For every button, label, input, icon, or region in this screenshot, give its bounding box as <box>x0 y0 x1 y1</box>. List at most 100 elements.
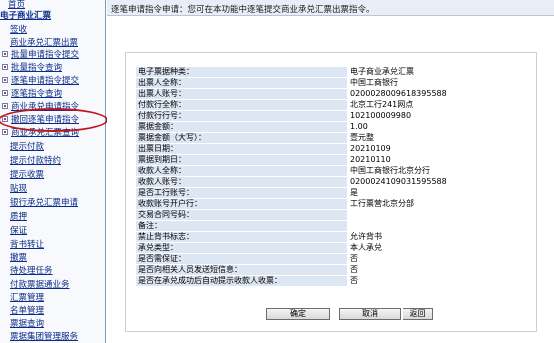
form-row: 付款行全称： 北京工行241网点 <box>135 99 529 111</box>
field-label: 是否在承兑成功后自动提示收款人收票： <box>135 275 348 287</box>
field-label: 收款人账号： <box>135 176 348 188</box>
bill-details-table: 电子票据种类： 电子商业承兑汇票 出票人全称： 中国工商银行 出票人账号： 0200028… <box>135 66 529 287</box>
sidebar-item-label: 票据集团管理服务 <box>10 332 79 342</box>
field-label: 出票人全称： <box>135 77 348 89</box>
field-value: 工行票营北京分部 <box>347 198 529 210</box>
field-value: 北京工行241网点 <box>347 99 529 111</box>
sidebar-item[interactable]: 批量申请指令提交 <box>2 50 79 61</box>
field-value: 0200028009618395588 <box>347 88 529 100</box>
field-value: 否 <box>347 275 529 287</box>
form-row: 出票人账号： 0200028009618395588 <box>135 88 529 100</box>
expand-box-icon <box>2 50 8 57</box>
sidebar-item-label: 提示收票 <box>10 170 45 180</box>
field-label: 备注： <box>135 220 348 232</box>
sidebar-item-label: 逐笔申请指令提交 <box>11 76 80 86</box>
sidebar-item[interactable]: 票据查询 <box>10 319 44 330</box>
sidebar-item[interactable]: 首页 <box>8 0 25 11</box>
field-label: 出票日期： <box>135 143 348 155</box>
sidebar-item-label: 质押 <box>10 212 28 222</box>
sidebar-item-label: 首页 <box>8 0 26 10</box>
form-row: 承兑类型： 本人承兑 <box>135 242 529 254</box>
sidebar-item[interactable]: 银行承兑汇票申请 <box>10 198 78 209</box>
sidebar-item[interactable]: 电子商业汇票 <box>0 11 51 22</box>
field-value: 否 <box>347 253 529 265</box>
expand-box-icon <box>2 89 8 96</box>
field-label: 是否工行账号： <box>135 187 348 199</box>
form-row: 收款人账号： 0200024109031595588 <box>135 176 529 188</box>
sidebar-item[interactable]: 背书转让 <box>10 240 44 251</box>
sidebar-item[interactable]: 逐笔指令查询 <box>2 89 62 100</box>
expand-box-icon <box>2 102 8 109</box>
sidebar-item[interactable]: 名单管理 <box>10 306 44 317</box>
sidebar-item[interactable]: 提示付款特约 <box>10 156 61 167</box>
expand-box-icon <box>2 76 8 83</box>
form-row: 票据到期日： 20210110 <box>135 154 529 166</box>
page-header: 逐笔申请指令申请：您可在本功能中逐笔提交商业承兑汇票出票指令。 <box>107 0 554 16</box>
form-row: 是否需保证：否 <box>135 253 529 265</box>
field-label: 收款账号开户行： <box>135 198 348 210</box>
sidebar-item[interactable]: 撤票 <box>10 253 27 264</box>
sidebar-item[interactable]: 提示收票 <box>10 170 44 181</box>
field-value: 0200024109031595588 <box>347 176 529 188</box>
form-row: 付款行行号： 102100009980 <box>135 110 529 122</box>
confirm-button[interactable]: 确定 <box>266 308 330 320</box>
sidebar-item-label: 保证 <box>10 226 28 236</box>
left-navigation: 首页 电子商业汇票签收商业承兑汇票出票 批量申请指令提交 批量指令查询逐笔申请指令提交… <box>0 0 106 343</box>
field-value: 壹元整 <box>347 132 529 144</box>
sidebar-item-label: 签收 <box>10 25 28 35</box>
field-value: 20210110 <box>347 154 529 166</box>
red-highlight-ring <box>0 108 108 132</box>
expand-box-icon <box>2 128 8 135</box>
sidebar-item[interactable]: 批量指令查询 <box>2 63 62 74</box>
field-value: 电子商业承兑汇票 <box>347 66 529 78</box>
field-value: 是 <box>347 187 529 199</box>
form-row: 收款人全称： 中国工商银行北京分行 <box>135 165 529 177</box>
field-value: 1.00 <box>347 121 529 133</box>
sidebar-item-label: 商业承兑汇票出票 <box>10 38 79 48</box>
field-label: 付款行全称： <box>135 99 348 111</box>
sidebar-item-label: 银行承兑汇票申请 <box>10 198 79 208</box>
sidebar-item-label: 付款票据通业务 <box>10 280 70 290</box>
sidebar-item[interactable]: 贴现 <box>10 184 27 195</box>
sidebar-item[interactable]: 质押 <box>10 212 27 223</box>
sidebar-item-label: 电子商业汇票 <box>0 11 52 21</box>
field-label: 票据到期日： <box>135 154 348 166</box>
sidebar-item-label: 汇票管理 <box>10 293 45 303</box>
field-label: 是否向相关人员发送短信息： <box>135 264 348 276</box>
form-row: 交易合同号码： <box>135 209 529 221</box>
field-label: 出票人账号： <box>135 88 348 100</box>
back-button[interactable]: 返回 <box>403 308 433 320</box>
field-label: 电子票据种类： <box>135 66 348 78</box>
sidebar-item-label: 提示付款 <box>10 142 45 152</box>
field-value: 中国工商银行北京分行 <box>347 165 529 177</box>
sidebar-item-label: 背书转让 <box>10 240 45 250</box>
sidebar-item-label: 批量指令查询 <box>11 63 63 73</box>
form-row: 出票人全称： 中国工商银行 <box>135 77 529 89</box>
form-row: 收款账号开户行： 工行票营北京分部 <box>135 198 529 210</box>
field-label: 交易合同号码： <box>135 209 348 221</box>
sidebar-item[interactable]: 商业承兑汇票出票 <box>10 38 78 49</box>
sidebar-item[interactable]: 待处理任务 <box>10 266 53 277</box>
sidebar-item[interactable]: 签收 <box>10 25 27 36</box>
sidebar-item[interactable]: 票据集团管理服务 <box>10 332 78 343</box>
field-label: 收款人全称： <box>135 165 348 177</box>
sidebar-item-label: 批量申请指令提交 <box>11 50 80 60</box>
field-label: 付款行行号： <box>135 110 348 122</box>
field-value: 102100009980 <box>347 110 529 122</box>
field-label: 票据金额（大写）： <box>135 132 348 144</box>
field-label: 禁止背书标志： <box>135 231 348 243</box>
sidebar-item[interactable]: 逐笔申请指令提交 <box>2 76 79 87</box>
form-row: 是否工行账号：是 <box>135 187 529 199</box>
field-label: 承兑类型： <box>135 242 348 254</box>
sidebar-item[interactable]: 保证 <box>10 226 27 237</box>
form-row: 禁止背书标志： 允许背书 <box>135 231 529 243</box>
field-value <box>347 209 529 221</box>
sidebar-item[interactable]: 提示付款 <box>10 142 44 153</box>
cancel-button[interactable]: 取消 <box>339 308 401 320</box>
sidebar-item[interactable]: 汇票管理 <box>10 293 44 304</box>
main-content: 逐笔申请指令申请：您可在本功能中逐笔提交商业承兑汇票出票指令。 电子票据种类：电… <box>107 0 554 343</box>
form-row: 备注： <box>135 220 529 232</box>
sidebar-item[interactable]: 付款票据通业务 <box>10 280 70 291</box>
sidebar-item-label: 提示付款特约 <box>10 156 62 166</box>
form-row: 出票日期： 20210109 <box>135 143 529 155</box>
